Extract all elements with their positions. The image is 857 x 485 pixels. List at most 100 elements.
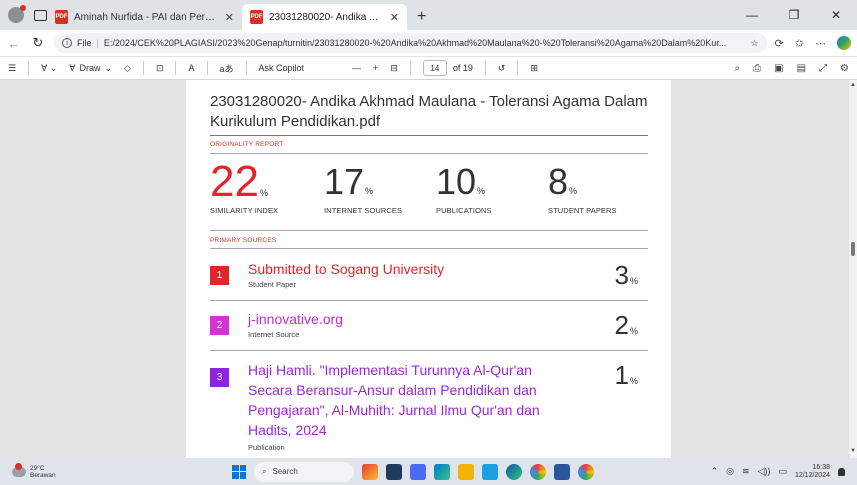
copilot-app-icon[interactable] <box>434 463 450 480</box>
profile-icon[interactable] <box>8 5 26 23</box>
source-percent: 3 % <box>615 260 638 291</box>
stat-similarity: 22 % <box>210 160 268 204</box>
tab-bar-left <box>0 0 47 30</box>
print-icon[interactable]: ⎙ <box>753 63 761 74</box>
file-explorer-icon[interactable] <box>458 463 474 480</box>
divider <box>409 61 411 75</box>
fullscreen-icon[interactable]: ⤢ <box>819 63 827 74</box>
close-window-icon[interactable]: ✕ <box>815 8 857 22</box>
page-number-input[interactable]: 14 <box>422 60 447 76</box>
favorite-star-icon[interactable]: ☆ <box>750 38 758 49</box>
weather-icon <box>12 462 26 477</box>
zoom-out-button[interactable]: — <box>352 63 361 73</box>
divider <box>142 61 144 75</box>
tab-aminah[interactable]: PDF Aminah Nurfida - PAI dan Perdam ✕ <box>47 4 242 30</box>
clock-date: 12/12/2024 <box>794 471 830 479</box>
zoom-in-button[interactable]: + <box>373 63 378 73</box>
refresh-page-icon[interactable]: ⟳ <box>775 37 784 50</box>
taskbar-search[interactable]: ⌕ Search <box>254 461 354 482</box>
search-icon[interactable]: ⌕ <box>735 63 741 74</box>
volume-icon[interactable]: ◁)) <box>758 466 771 477</box>
source-number-badge: 3 <box>210 368 229 387</box>
divider <box>210 350 648 351</box>
tab-actions-icon[interactable] <box>34 9 47 21</box>
tab-andika[interactable]: PDF 23031280020- Andika Akhmad M ✕ <box>242 4 407 30</box>
translate-button[interactable]: aあ <box>220 62 234 75</box>
stat-label-publications: PUBLICATIONS <box>436 206 492 215</box>
stat-unit: % <box>365 186 374 196</box>
divider <box>210 300 648 301</box>
rotate-icon[interactable]: ↺ <box>498 63 506 74</box>
scroll-down-icon[interactable]: ▼ <box>850 448 856 454</box>
wifi-icon[interactable]: ≋ <box>742 466 750 477</box>
refresh-icon[interactable]: ↻ <box>30 35 46 51</box>
minimize-icon[interactable]: — <box>731 8 773 22</box>
app-icon[interactable] <box>482 463 498 480</box>
source-percent-unit: % <box>629 326 638 336</box>
close-icon[interactable]: ✕ <box>390 11 399 24</box>
chrome-icon[interactable] <box>578 463 594 480</box>
url-divider: | <box>96 38 99 48</box>
source-name: Submitted to Sogang University <box>248 261 445 277</box>
source-row: 1 Submitted to Sogang University Student… <box>210 260 650 296</box>
divider <box>517 61 519 75</box>
highlight-icon[interactable]: ∀ ⌄ <box>41 63 57 74</box>
stat-value: 22 <box>210 157 259 206</box>
save-icon[interactable]: ▣ <box>774 63 783 74</box>
contents-icon[interactable]: ☰ <box>8 63 16 74</box>
scrollbar[interactable] <box>849 80 857 458</box>
source-row: 2 j-innovative.org Internet Source 2 % <box>210 310 650 346</box>
draw-icon: ∀ <box>69 62 76 73</box>
divider <box>484 61 486 75</box>
settings-icon[interactable]: ⚙ <box>840 63 849 74</box>
restore-icon[interactable]: ❐ <box>773 8 815 22</box>
tab-title: 23031280020- Andika Akhmad M <box>269 11 384 23</box>
back-icon[interactable]: ← <box>6 36 22 51</box>
divider <box>245 61 247 75</box>
close-icon[interactable]: ✕ <box>225 11 234 24</box>
stat-student: 8 % <box>548 164 577 200</box>
favorites-icon[interactable]: ✩ <box>795 37 804 50</box>
edge-icon[interactable] <box>506 463 522 480</box>
more-icon[interactable]: ⋯ <box>815 37 826 50</box>
new-tab-button[interactable]: + <box>407 4 436 30</box>
draw-button[interactable]: ∀ Draw ⌄ <box>69 63 112 74</box>
fit-page-icon[interactable]: ⊟ <box>390 63 398 74</box>
app-icon[interactable] <box>362 463 378 480</box>
chevron-up-icon[interactable]: ⌃ <box>711 466 719 477</box>
notification-bell-icon[interactable] <box>838 467 845 476</box>
scroll-up-icon[interactable]: ▲ <box>850 82 856 88</box>
word-icon[interactable] <box>554 463 570 480</box>
taskbar-center: ⌕ Search <box>232 461 594 482</box>
info-icon[interactable]: i <box>62 38 72 48</box>
draw-label: Draw <box>79 63 101 73</box>
system-tray: ⌃ ◎ ≋ ◁)) ▭ 16:38 12/12/2024 <box>711 464 845 480</box>
ask-copilot-button[interactable]: Ask Copilot <box>259 63 305 73</box>
source-number-badge: 2 <box>210 316 229 335</box>
tab-bar: PDF Aminah Nurfida - PAI dan Perdam ✕ PD… <box>0 0 857 30</box>
address-bar: ← ↻ i File | E:/2024/CEK%20PLAGIASI/2023… <box>0 30 857 56</box>
copilot-icon[interactable] <box>837 36 851 50</box>
divider <box>210 248 648 249</box>
divider <box>206 61 208 75</box>
url-field[interactable]: i File | E:/2024/CEK%20PLAGIASI/2023%20G… <box>54 33 767 53</box>
report-title: 23031280020- Andika Akhmad Maulana - Tol… <box>210 93 648 130</box>
source-name: j-innovative.org <box>248 311 343 327</box>
chrome-icon[interactable] <box>530 463 546 480</box>
text-box-icon[interactable]: ⊡ <box>156 63 164 74</box>
battery-icon[interactable]: ▭ <box>778 466 787 477</box>
url-prefix: File <box>77 38 92 48</box>
save-as-icon[interactable]: ▤ <box>797 63 806 74</box>
teams-icon[interactable] <box>410 463 426 480</box>
app-icon[interactable] <box>386 463 402 480</box>
page-view-icon[interactable]: ⊞ <box>530 63 538 74</box>
weather-text: 29°C Berawan <box>30 465 56 479</box>
network-icon[interactable]: ◎ <box>726 466 734 477</box>
source-percent-value: 3 <box>614 260 629 290</box>
eraser-icon[interactable]: ◇ <box>124 63 131 74</box>
weather-widget[interactable]: 29°C Berawan <box>12 462 56 479</box>
read-aloud-button[interactable]: A <box>188 63 194 73</box>
scrollbar-thumb[interactable] <box>851 242 855 256</box>
windows-start-icon[interactable] <box>232 464 246 479</box>
clock[interactable]: 16:38 12/12/2024 <box>795 464 830 480</box>
